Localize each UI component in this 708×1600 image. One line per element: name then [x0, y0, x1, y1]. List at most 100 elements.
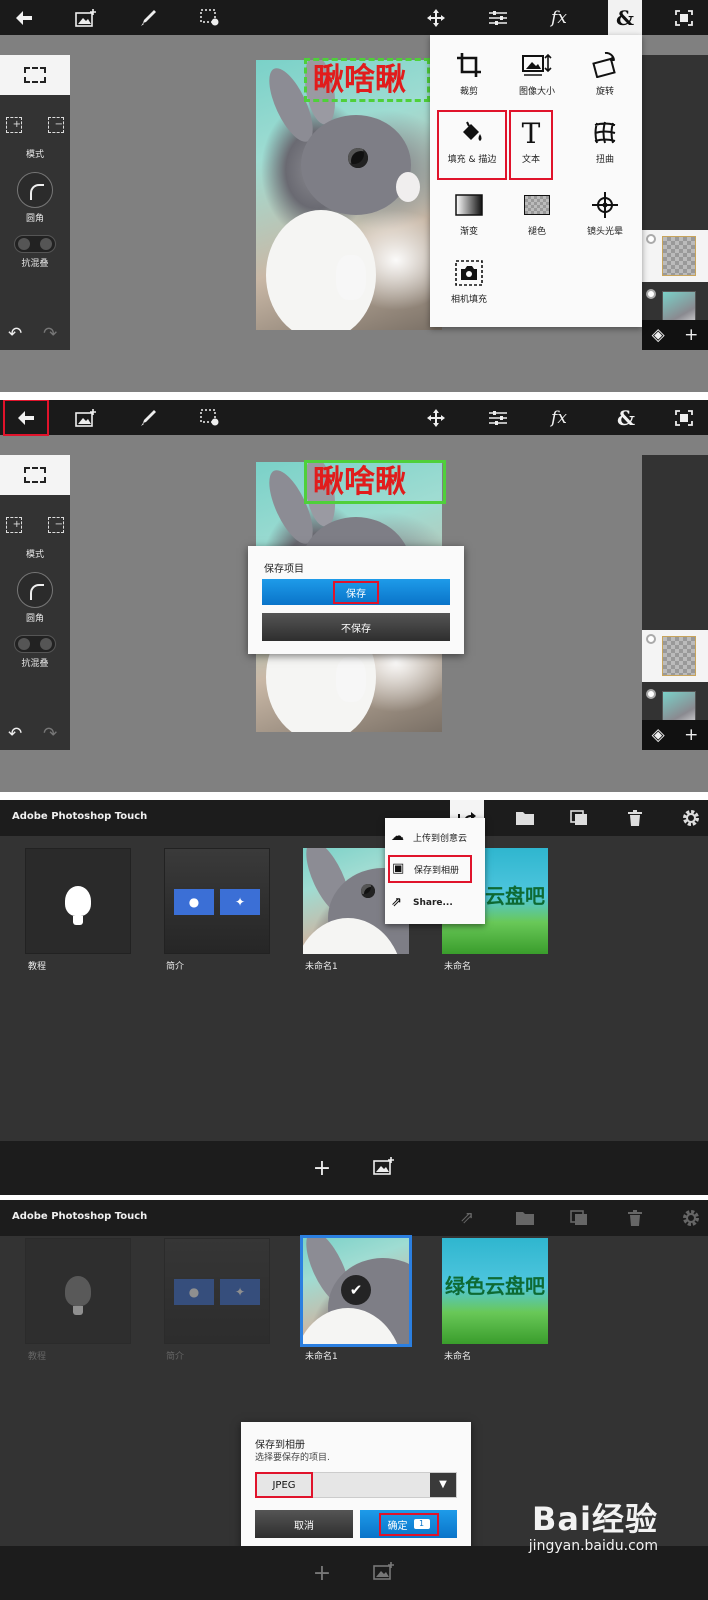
add-layer-icon[interactable]: +	[684, 325, 698, 345]
undo-icon[interactable]: ↶	[8, 324, 22, 344]
selection-settings-icon[interactable]	[192, 400, 228, 435]
dialog-title: 保存到相册	[255, 1440, 305, 1451]
menu-fade[interactable]: 褪色	[506, 183, 568, 243]
folder-icon[interactable]	[508, 1200, 542, 1236]
menu-fill-stroke[interactable]: 填充 & 描边	[437, 110, 507, 180]
menu-rotate[interactable]: 旋转	[574, 43, 636, 103]
project-card-untitled1[interactable]: ✔	[300, 1235, 412, 1347]
brush-icon[interactable]	[130, 400, 166, 435]
project-card-intro[interactable]: ● ✦	[164, 1238, 270, 1344]
corner-label: 圆角	[25, 214, 44, 224]
menu-share[interactable]: ⇗ Share...	[391, 890, 453, 916]
antialias-toggle[interactable]	[14, 235, 56, 253]
project-card-untitled[interactable]: 绿色云盘吧	[442, 1238, 548, 1344]
back-icon[interactable]	[3, 400, 49, 436]
add-photo-icon[interactable]	[373, 1156, 395, 1181]
share-menu: ☁ 上传到创意云 ▣ 保存到相册 ⇗ Share...	[385, 818, 485, 924]
layer-text-thumb[interactable]	[642, 630, 708, 682]
back-icon[interactable]	[6, 0, 42, 35]
watermark-url: jingyan.baidu.com	[528, 1538, 658, 1554]
format-select[interactable]: JPEG ▼	[255, 1472, 457, 1498]
text-layer[interactable]: 瞅啥瞅	[304, 58, 430, 102]
folder-icon[interactable]	[508, 800, 542, 836]
trash-icon[interactable]	[618, 800, 652, 836]
redo-icon[interactable]: ↷	[43, 724, 57, 744]
duplicate-icon[interactable]	[562, 800, 596, 836]
adjustments-icon[interactable]	[480, 400, 516, 435]
card-image-text: 绿色云盘吧	[445, 1274, 545, 1298]
menu-crop[interactable]: 裁剪	[438, 43, 500, 103]
layers-icon[interactable]: ◈	[652, 325, 665, 345]
ampersand-menu-icon[interactable]: &	[608, 0, 642, 35]
layers-icon[interactable]: ◈	[652, 725, 665, 745]
add-image-icon[interactable]	[68, 400, 104, 435]
gear-icon[interactable]	[674, 1200, 708, 1236]
adjustments-icon[interactable]	[480, 0, 516, 35]
chevron-down-icon[interactable]: ▼	[430, 1473, 456, 1497]
dialog-subtitle: 选择要保存的项目.	[255, 1453, 330, 1463]
add-image-icon[interactable]	[68, 0, 104, 35]
editor-toolbar: fx &	[0, 0, 708, 35]
menu-warp[interactable]: 扭曲	[574, 111, 636, 171]
text-icon: T	[521, 116, 541, 150]
ampersand-menu-icon[interactable]: &	[608, 400, 644, 435]
new-project-icon[interactable]: +	[313, 1156, 331, 1181]
menu-save-album[interactable]: ▣ 保存到相册	[388, 855, 472, 883]
project-card-intro[interactable]: ● ✦	[164, 848, 270, 954]
menu-lens-flare[interactable]: 镜头光晕	[574, 183, 636, 243]
trash-icon[interactable]	[618, 1200, 652, 1236]
save-button[interactable]: 保存	[262, 579, 450, 605]
brush-icon[interactable]	[130, 0, 166, 35]
effects-icon[interactable]: fx	[541, 400, 577, 435]
fullscreen-icon[interactable]	[666, 0, 702, 35]
gear-icon[interactable]	[674, 800, 708, 836]
text-layer[interactable]: 瞅啥瞅	[304, 460, 446, 504]
redo-icon[interactable]: ↷	[43, 324, 57, 344]
project-card-tutorial[interactable]	[25, 848, 131, 954]
subtract-selection-icon[interactable]: −	[48, 117, 64, 133]
cancel-button[interactable]: 取消	[255, 1510, 353, 1538]
menu-camera-fill[interactable]: 相机填充	[438, 251, 500, 311]
project-card-tutorial[interactable]	[25, 1238, 131, 1344]
subtract-selection-icon[interactable]: −	[48, 517, 64, 533]
antialias-toggle[interactable]	[14, 635, 56, 653]
crop-icon	[453, 49, 485, 81]
mode-label: 模式	[25, 550, 44, 560]
selection-settings-icon[interactable]	[192, 0, 228, 35]
rect-select-tool[interactable]	[0, 455, 70, 495]
gallery-panel-album: Adobe Photoshop Touch ⇗ 教程 ● ✦ 简介 ✔ 未命名1…	[0, 1200, 708, 1600]
effects-icon[interactable]: fx	[541, 0, 577, 35]
add-photo-icon[interactable]	[373, 1561, 395, 1586]
gallery-bottom-bar: +	[0, 1141, 708, 1195]
menu-image-size[interactable]: 图像大小	[506, 43, 568, 103]
left-tool-panel: + − 模式 圆角 抗混叠 ↶ ↷	[0, 455, 70, 750]
move-icon[interactable]	[418, 400, 454, 435]
layer-text-thumb[interactable]	[642, 230, 708, 282]
layers-panel: ◈ +	[642, 55, 708, 350]
dont-save-button[interactable]: 不保存	[262, 613, 450, 641]
magic-wand-icon: ✦	[220, 1279, 260, 1305]
menu-gradient[interactable]: 渐变	[438, 183, 500, 243]
add-selection-icon[interactable]: +	[6, 517, 22, 533]
corner-radius-icon[interactable]	[17, 572, 53, 608]
lightbulb-icon: ●	[174, 889, 214, 915]
share-icon[interactable]: ⇗	[450, 1200, 484, 1236]
save-project-dialog: 保存项目 保存 不保存	[248, 546, 464, 654]
menu-upload-cloud[interactable]: ☁ 上传到创意云	[391, 824, 467, 850]
duplicate-icon[interactable]	[562, 1200, 596, 1236]
fill-bucket-icon	[456, 117, 488, 149]
rect-select-tool[interactable]	[0, 55, 70, 95]
lens-flare-icon	[589, 189, 621, 221]
count-badge: 1	[413, 1519, 430, 1529]
menu-text[interactable]: T 文本	[509, 110, 553, 180]
move-icon[interactable]	[418, 0, 454, 35]
undo-icon[interactable]: ↶	[8, 724, 22, 744]
fullscreen-icon[interactable]	[666, 400, 702, 435]
new-project-icon[interactable]: +	[313, 1561, 331, 1586]
corner-radius-icon[interactable]	[17, 172, 53, 208]
camera-fill-icon	[453, 257, 485, 289]
save-to-album-dialog: 保存到相册 选择要保存的项目. JPEG ▼ 取消 确定 1	[241, 1422, 471, 1554]
add-layer-icon[interactable]: +	[684, 725, 698, 745]
add-selection-icon[interactable]: +	[6, 117, 22, 133]
ok-button[interactable]: 确定 1	[360, 1510, 457, 1538]
